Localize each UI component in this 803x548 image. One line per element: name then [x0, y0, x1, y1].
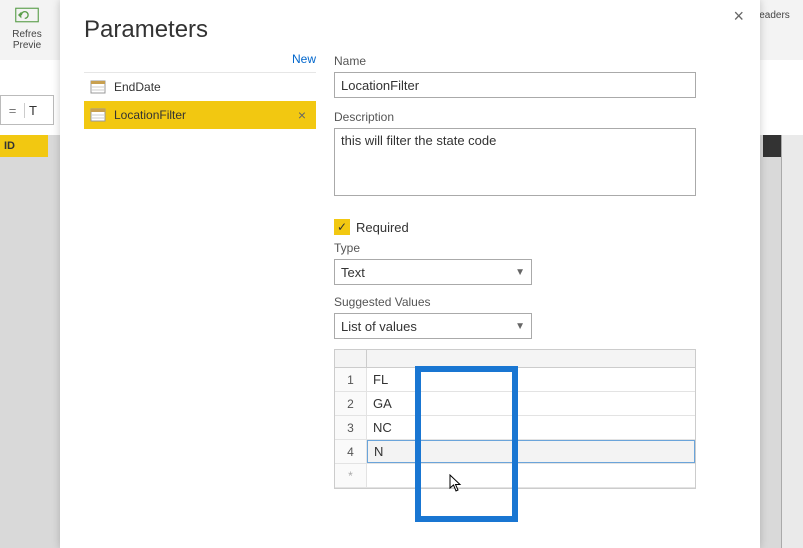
- description-input[interactable]: [334, 128, 696, 196]
- type-select[interactable]: Text ▼: [334, 259, 532, 285]
- name-label: Name: [334, 54, 736, 68]
- row-number: 2: [335, 392, 367, 415]
- type-label: Type: [334, 241, 736, 255]
- dialog-title: Parameters: [60, 0, 760, 52]
- row-value[interactable]: FL: [367, 368, 695, 391]
- chevron-down-icon: ▼: [515, 267, 525, 278]
- param-item-enddate[interactable]: EndDate: [84, 73, 316, 101]
- name-input[interactable]: [334, 72, 696, 98]
- parameter-list: EndDate LocationFilter ×: [84, 72, 316, 129]
- preview-label: Previe: [13, 40, 41, 51]
- row-value-editing[interactable]: N: [367, 440, 695, 463]
- refresh-icon: [13, 6, 41, 24]
- values-grid[interactable]: 1 FL 2 GA 3 NC 4 N *: [334, 349, 696, 489]
- row-number: 1: [335, 368, 367, 391]
- table-icon: [90, 107, 106, 123]
- formula-eq: =: [1, 103, 25, 118]
- row-value[interactable]: NC: [367, 416, 695, 439]
- row-number: 3: [335, 416, 367, 439]
- close-button[interactable]: ×: [725, 2, 752, 31]
- row-value[interactable]: GA: [367, 392, 695, 415]
- formula-text: T: [25, 103, 53, 118]
- required-label: Required: [356, 220, 409, 235]
- refresh-label: Refres: [12, 29, 41, 40]
- type-value: Text: [341, 265, 365, 280]
- headers-label: leaders: [757, 10, 803, 21]
- value-row-new[interactable]: *: [335, 464, 695, 488]
- row-value[interactable]: [367, 464, 695, 487]
- value-row[interactable]: 3 NC: [335, 416, 695, 440]
- param-item-locationfilter[interactable]: LocationFilter ×: [84, 101, 316, 129]
- column-header-id[interactable]: ID: [0, 135, 48, 157]
- right-scroll-area: [781, 135, 803, 548]
- values-header: [335, 350, 695, 368]
- row-number: 4: [335, 440, 367, 463]
- value-row[interactable]: 2 GA: [335, 392, 695, 416]
- new-parameter-link[interactable]: New: [84, 52, 316, 72]
- table-icon: [90, 79, 106, 95]
- value-row[interactable]: 4 N: [335, 440, 695, 464]
- suggested-values-select[interactable]: List of values ▼: [334, 313, 532, 339]
- description-label: Description: [334, 110, 736, 124]
- param-label: EndDate: [114, 80, 310, 94]
- chevron-down-icon: ▼: [515, 321, 525, 332]
- formula-bar[interactable]: = T: [0, 95, 54, 125]
- parameters-dialog: × Parameters New EndDate LocationFilter …: [60, 0, 760, 548]
- suggested-values-label: Suggested Values: [334, 295, 736, 309]
- param-label: LocationFilter: [114, 108, 286, 122]
- delete-param-button[interactable]: ×: [294, 107, 310, 123]
- suggested-value: List of values: [341, 319, 417, 334]
- right-dark-cell: [763, 135, 781, 157]
- required-checkbox[interactable]: ✓: [334, 219, 350, 235]
- value-row[interactable]: 1 FL: [335, 368, 695, 392]
- new-row-marker: *: [335, 464, 367, 487]
- refresh-preview-button[interactable]: Refres Previe: [0, 0, 54, 60]
